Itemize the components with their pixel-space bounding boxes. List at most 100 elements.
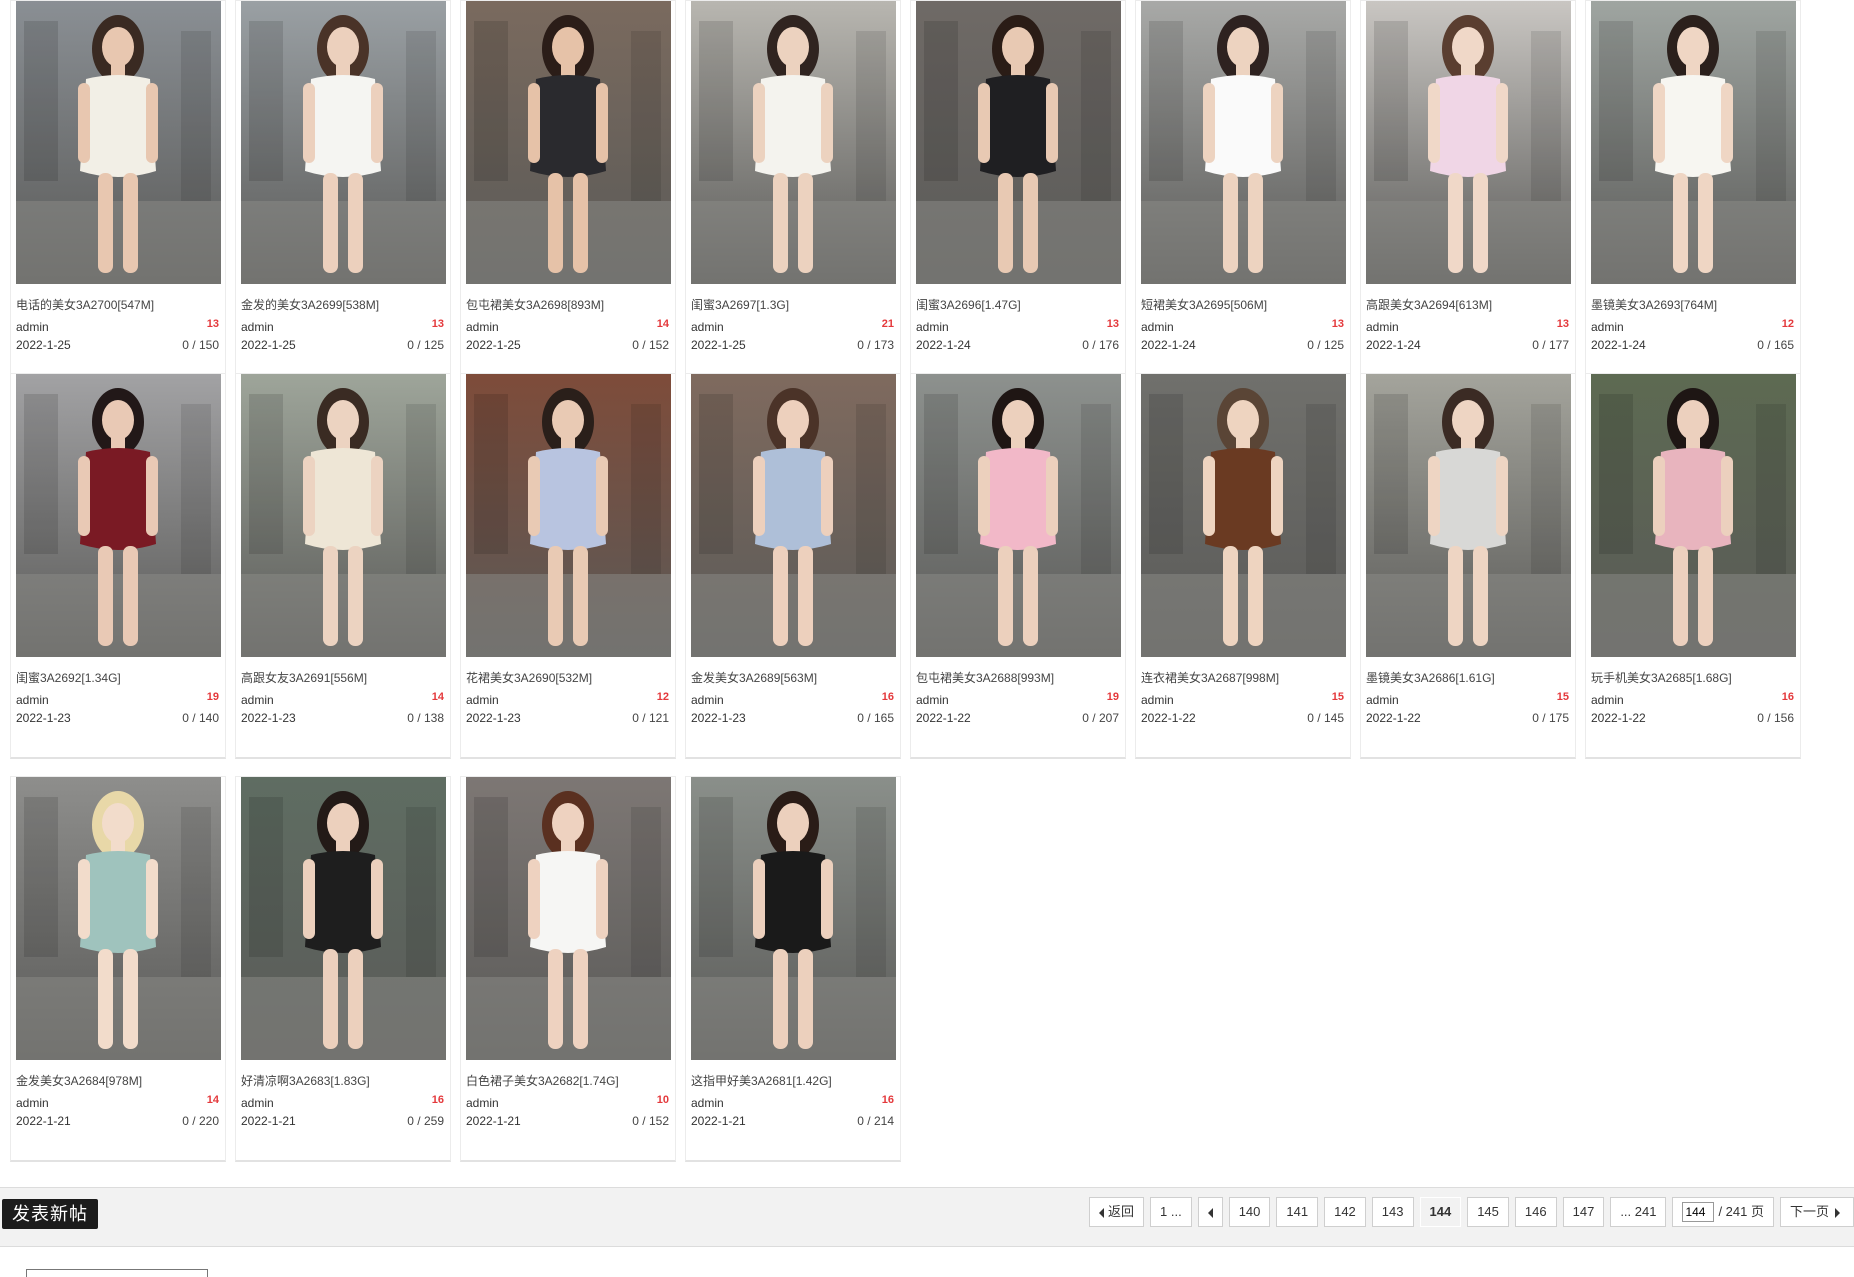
thread-title[interactable]: 闺蜜3A2697[1.3G]	[691, 296, 896, 313]
thread-date: 2022-1-24	[1141, 338, 1196, 352]
last-page-link[interactable]: ... 241	[1610, 1197, 1667, 1227]
new-post-button[interactable]: 发表新帖	[2, 1199, 98, 1229]
thread-thumbnail[interactable]	[1141, 374, 1346, 657]
reply-count: 13	[1331, 318, 1344, 330]
page-link-141[interactable]: 141	[1276, 1197, 1319, 1227]
thread-thumbnail[interactable]	[16, 777, 221, 1060]
bottom-strip	[0, 1262, 1854, 1277]
thread-card[interactable]: 墨镜美女3A2693[764M] admin 12 2022-1-24 0 / 165	[1585, 0, 1801, 386]
thread-thumbnail[interactable]	[466, 777, 671, 1060]
view-count: 0 / 125	[1307, 338, 1344, 352]
thread-card[interactable]: 高跟女友3A2691[556M] admin 14 2022-1-23 0 / 138	[235, 373, 451, 759]
thread-thumbnail[interactable]	[241, 777, 446, 1060]
thread-title[interactable]: 闺蜜3A2696[1.47G]	[916, 296, 1121, 313]
page-link-147[interactable]: 147	[1562, 1197, 1605, 1227]
thread-card[interactable]: 短裙美女3A2695[506M] admin 13 2022-1-24 0 / 125	[1135, 0, 1351, 386]
thread-title[interactable]: 包屯裙美女3A2698[893M]	[466, 296, 671, 313]
thread-card[interactable]: 高跟美女3A2694[613M] admin 13 2022-1-24 0 / 177	[1360, 0, 1576, 386]
thread-card[interactable]: 这指甲好美3A2681[1.42G] admin 16 2022-1-21 0 / 21…	[685, 776, 901, 1162]
thread-card[interactable]: 花裙美女3A2690[532M] admin 12 2022-1-23 0 / 121	[460, 373, 676, 759]
thread-card[interactable]: 好清凉啊3A2683[1.83G] admin 16 2022-1-21 0 / 259	[235, 776, 451, 1162]
thread-title[interactable]: 玩手机美女3A2685[1.68G]	[1591, 669, 1796, 686]
thread-title[interactable]: 墨镜美女3A2693[764M]	[1591, 296, 1796, 313]
thread-title[interactable]: 金发的美女3A2699[538M]	[241, 296, 446, 313]
page-jump: / 241 页	[1672, 1197, 1774, 1227]
thread-thumbnail[interactable]	[241, 1, 446, 284]
thread-title[interactable]: 包屯裙美女3A2688[993M]	[916, 669, 1121, 686]
bottom-input-box[interactable]	[26, 1269, 208, 1277]
thread-title[interactable]: 墨镜美女3A2686[1.61G]	[1366, 669, 1571, 686]
thread-card[interactable]: 金发美女3A2689[563M] admin 16 2022-1-23 0 / 165	[685, 373, 901, 759]
view-count: 0 / 156	[1757, 711, 1794, 725]
prev-page-button[interactable]	[1197, 1197, 1223, 1227]
thread-card[interactable]: 包屯裙美女3A2698[893M] admin 14 2022-1-25 0 / 152	[460, 0, 676, 386]
thread-thumbnail[interactable]	[1141, 1, 1346, 284]
thread-title[interactable]: 连衣裙美女3A2687[998M]	[1141, 669, 1346, 686]
thread-date: 2022-1-23	[691, 711, 746, 725]
back-button[interactable]: 返回	[1088, 1197, 1144, 1227]
thread-author: admin	[691, 693, 724, 707]
thread-title[interactable]: 短裙美女3A2695[506M]	[1141, 296, 1346, 313]
view-count: 0 / 214	[857, 1114, 894, 1128]
thread-card[interactable]: 金发的美女3A2699[538M] admin 13 2022-1-25 0 / 125	[235, 0, 451, 386]
page-link-142[interactable]: 142	[1324, 1197, 1366, 1227]
first-page-link[interactable]: 1 ...	[1150, 1197, 1192, 1227]
thread-title[interactable]: 闺蜜3A2692[1.34G]	[16, 669, 221, 686]
thread-card[interactable]: 电话的美女3A2700[547M] admin 13 2022-1-25 0 / 150	[10, 0, 226, 386]
thread-card[interactable]: 包屯裙美女3A2688[993M] admin 19 2022-1-22 0 / 207	[910, 373, 1126, 759]
thread-thumbnail[interactable]	[691, 1, 896, 284]
thread-date: 2022-1-25	[691, 338, 746, 352]
page-link-146[interactable]: 146	[1514, 1197, 1557, 1227]
view-count: 0 / 173	[857, 338, 894, 352]
thread-thumbnail[interactable]	[1366, 1, 1571, 284]
thread-card[interactable]: 连衣裙美女3A2687[998M] admin 15 2022-1-22 0 / 145	[1135, 373, 1351, 759]
view-count: 0 / 259	[407, 1114, 444, 1128]
reply-count: 14	[206, 1094, 219, 1106]
thread-thumbnail[interactable]	[16, 1, 221, 284]
caret-left-icon	[1207, 1207, 1213, 1218]
thread-thumbnail[interactable]	[1591, 374, 1796, 657]
view-count: 0 / 165	[857, 711, 894, 725]
thread-title[interactable]: 高跟女友3A2691[556M]	[241, 669, 446, 686]
thread-title[interactable]: 金发美女3A2689[563M]	[691, 669, 896, 686]
thread-title[interactable]: 花裙美女3A2690[532M]	[466, 669, 671, 686]
thread-thumbnail[interactable]	[466, 1, 671, 284]
thread-card[interactable]: 白色裙子美女3A2682[1.74G] admin 10 2022-1-21 0 / 1…	[460, 776, 676, 1162]
thread-date: 2022-1-24	[916, 338, 971, 352]
thread-title[interactable]: 电话的美女3A2700[547M]	[16, 296, 221, 313]
thread-title[interactable]: 白色裙子美女3A2682[1.74G]	[466, 1072, 671, 1089]
page-link-145[interactable]: 145	[1467, 1197, 1509, 1227]
thread-thumbnail[interactable]	[916, 374, 1121, 657]
thread-thumbnail[interactable]	[691, 374, 896, 657]
view-count: 0 / 220	[182, 1114, 219, 1128]
thread-card[interactable]: 闺蜜3A2696[1.47G] admin 13 2022-1-24 0 / 176	[910, 0, 1126, 386]
thread-title[interactable]: 这指甲好美3A2681[1.42G]	[691, 1072, 896, 1089]
thread-author: admin	[16, 1096, 49, 1110]
next-page-button[interactable]: 下一页	[1779, 1197, 1854, 1227]
reply-count: 14	[656, 318, 669, 330]
page-jump-input[interactable]	[1682, 1202, 1715, 1222]
thread-card[interactable]: 闺蜜3A2697[1.3G] admin 21 2022-1-25 0 / 173	[685, 0, 901, 386]
thread-card[interactable]: 金发美女3A2684[978M] admin 14 2022-1-21 0 / 220	[10, 776, 226, 1162]
thread-date: 2022-1-23	[241, 711, 296, 725]
thread-author: admin	[241, 693, 274, 707]
thread-thumbnail[interactable]	[916, 1, 1121, 284]
thread-thumbnail[interactable]	[16, 374, 221, 657]
thread-title[interactable]: 好清凉啊3A2683[1.83G]	[241, 1072, 446, 1089]
thread-card[interactable]: 玩手机美女3A2685[1.68G] admin 16 2022-1-22 0 / 15…	[1585, 373, 1801, 759]
thread-thumbnail[interactable]	[241, 374, 446, 657]
view-count: 0 / 125	[407, 338, 444, 352]
thread-title[interactable]: 金发美女3A2684[978M]	[16, 1072, 221, 1089]
thread-thumbnail[interactable]	[466, 374, 671, 657]
reply-count: 19	[1106, 691, 1119, 703]
thread-thumbnail[interactable]	[1591, 1, 1796, 284]
thread-thumbnail[interactable]	[1366, 374, 1571, 657]
page-link-143[interactable]: 143	[1371, 1197, 1414, 1227]
thread-card[interactable]: 墨镜美女3A2686[1.61G] admin 15 2022-1-22 0 / 175	[1360, 373, 1576, 759]
page-link-140[interactable]: 140	[1228, 1197, 1271, 1227]
thread-card[interactable]: 闺蜜3A2692[1.34G] admin 19 2022-1-23 0 / 140	[10, 373, 226, 759]
caret-right-icon	[1835, 1207, 1840, 1218]
thread-thumbnail[interactable]	[691, 777, 896, 1060]
thread-title[interactable]: 高跟美女3A2694[613M]	[1366, 296, 1571, 313]
thread-date: 2022-1-24	[1591, 338, 1646, 352]
